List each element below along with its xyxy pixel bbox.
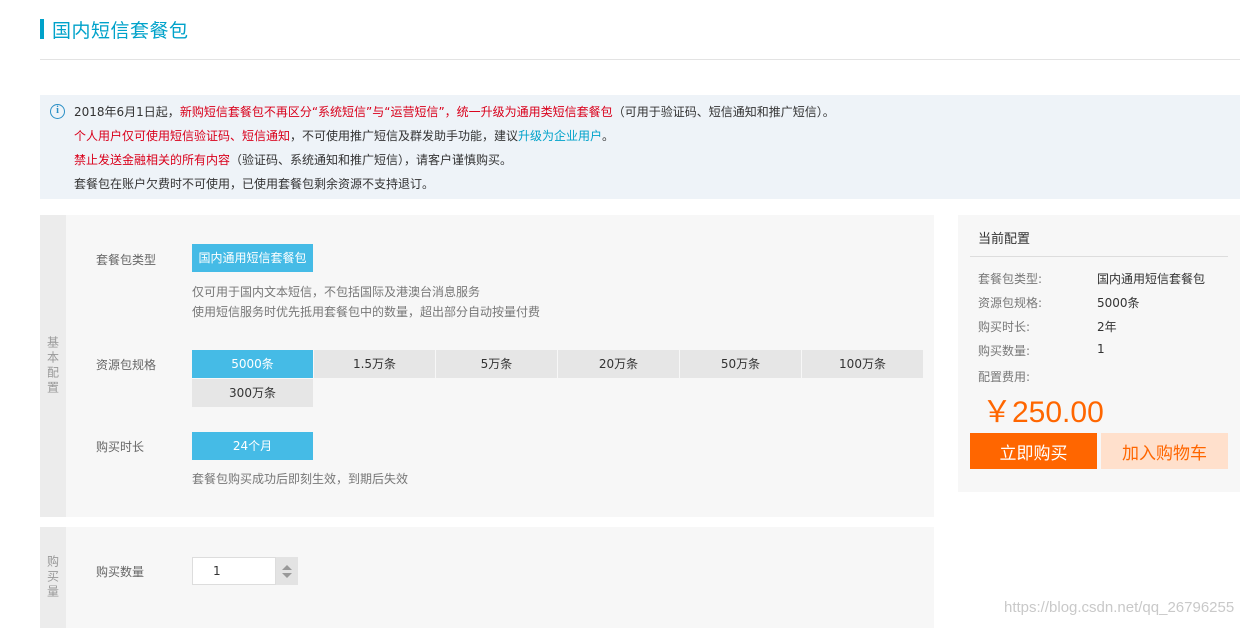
- package-type-hint-1: 仅可用于国内文本短信，不包括国际及港澳台消息服务: [192, 285, 481, 299]
- quantity-side: 购买量: [40, 527, 66, 628]
- quantity-side-label: 购买量: [45, 555, 60, 600]
- config-value-spec: 5000条: [1097, 296, 1140, 310]
- config-price: ￥250.00: [982, 396, 1104, 429]
- info-icon: i: [50, 104, 65, 119]
- basic-config-side: 基本配置: [40, 215, 66, 517]
- spec-option-3m[interactable]: 300万条: [192, 379, 313, 407]
- quantity-stepper: [192, 557, 298, 585]
- quantity-label: 购买数量: [96, 565, 145, 579]
- decrement-arrow-icon[interactable]: [282, 572, 292, 578]
- notice-box: i 2018年6月1日起，新购短信套餐包不再区分“系统短信”与“运营短信”，统一…: [40, 95, 1240, 199]
- config-value-duration: 2年: [1097, 320, 1117, 334]
- config-key-quantity: 购买数量:: [978, 344, 1031, 358]
- watermark: https://blog.csdn.net/qq_26796255: [1004, 599, 1235, 616]
- config-title: 当前配置: [978, 232, 1031, 247]
- notice-personal-end: 。: [602, 129, 615, 143]
- notice-upgrade-text: 新购短信套餐包不再区分“系统短信”与“运营短信”，统一升级为通用类短信套餐包: [179, 105, 613, 119]
- duration-option[interactable]: 24个月: [192, 432, 313, 460]
- duration-label: 购买时长: [96, 440, 145, 454]
- package-type-hint-2: 使用短信服务时优先抵用套餐包中的数量，超出部分自动按量付费: [192, 305, 541, 319]
- duration-hint: 套餐包购买成功后即刻生效，到期后失效: [192, 472, 409, 486]
- notice-line-1: 2018年6月1日起，新购短信套餐包不再区分“系统短信”与“运营短信”，统一升级…: [74, 103, 835, 120]
- buy-now-button[interactable]: 立即购买: [970, 433, 1097, 469]
- config-key-duration: 购买时长:: [978, 320, 1031, 334]
- basic-config-side-label: 基本配置: [45, 336, 60, 396]
- quantity-section: 购买量 购买数量: [40, 527, 934, 628]
- quantity-spin-buttons: [276, 557, 298, 585]
- config-value-quantity: 1: [1097, 342, 1105, 356]
- spec-option-200k[interactable]: 20万条: [558, 350, 679, 378]
- spec-option-500k[interactable]: 50万条: [680, 350, 801, 378]
- spec-option-5000[interactable]: 5000条: [192, 350, 313, 378]
- title-accent-bar: [40, 19, 44, 39]
- package-type-label: 套餐包类型: [96, 253, 157, 267]
- spec-option-50k[interactable]: 5万条: [436, 350, 557, 378]
- page-title: 国内短信套餐包: [40, 17, 189, 42]
- notice-line-3: 禁止发送金融相关的所有内容（验证码、系统通知和推广短信），请客户谨慎购买。: [74, 151, 512, 168]
- increment-arrow-icon[interactable]: [282, 564, 292, 570]
- notice-line-2: 个人用户仅可使用短信验证码、短信通知，不可使用推广短信及群发助手功能，建议升级为…: [74, 127, 614, 144]
- notice-usage-text: （可用于验证码、短信通知和推广短信）。: [612, 105, 835, 119]
- page-title-text: 国内短信套餐包: [52, 19, 189, 42]
- notice-personal-text: 个人用户仅可使用短信验证码、短信通知: [74, 129, 291, 143]
- notice-finance-text: 禁止发送金融相关的所有内容: [74, 153, 231, 167]
- config-fee-label: 配置费用:: [978, 370, 1031, 384]
- config-key-spec: 资源包规格:: [978, 296, 1043, 310]
- title-divider: [40, 59, 1240, 60]
- config-divider: [970, 256, 1228, 257]
- spec-option-15k[interactable]: 1.5万条: [314, 350, 435, 378]
- spec-label: 资源包规格: [96, 358, 157, 372]
- config-value-type: 国内通用短信套餐包: [1097, 272, 1206, 286]
- notice-personal-mid: ，不可使用推广短信及群发助手功能，建议: [290, 129, 519, 143]
- spec-option-1m[interactable]: 100万条: [802, 350, 923, 378]
- notice-finance-tail: （验证码、系统通知和推广短信），请客户谨慎购买。: [230, 153, 513, 167]
- package-type-option[interactable]: 国内通用短信套餐包: [192, 244, 313, 272]
- notice-line-4: 套餐包在账户欠费时不可使用，已使用套餐包剩余资源不支持退订。: [74, 177, 435, 191]
- current-config-panel: 当前配置 套餐包类型: 国内通用短信套餐包 资源包规格: 5000条 购买时长:…: [958, 215, 1240, 492]
- basic-config-section: 基本配置 套餐包类型 国内通用短信套餐包 仅可用于国内文本短信，不包括国际及港澳…: [40, 215, 934, 517]
- notice-date: 2018年6月1日起，: [74, 105, 180, 119]
- add-to-cart-button[interactable]: 加入购物车: [1101, 433, 1228, 469]
- quantity-input[interactable]: [192, 557, 276, 585]
- config-key-type: 套餐包类型:: [978, 272, 1043, 286]
- upgrade-enterprise-link[interactable]: 升级为企业用户: [518, 129, 602, 143]
